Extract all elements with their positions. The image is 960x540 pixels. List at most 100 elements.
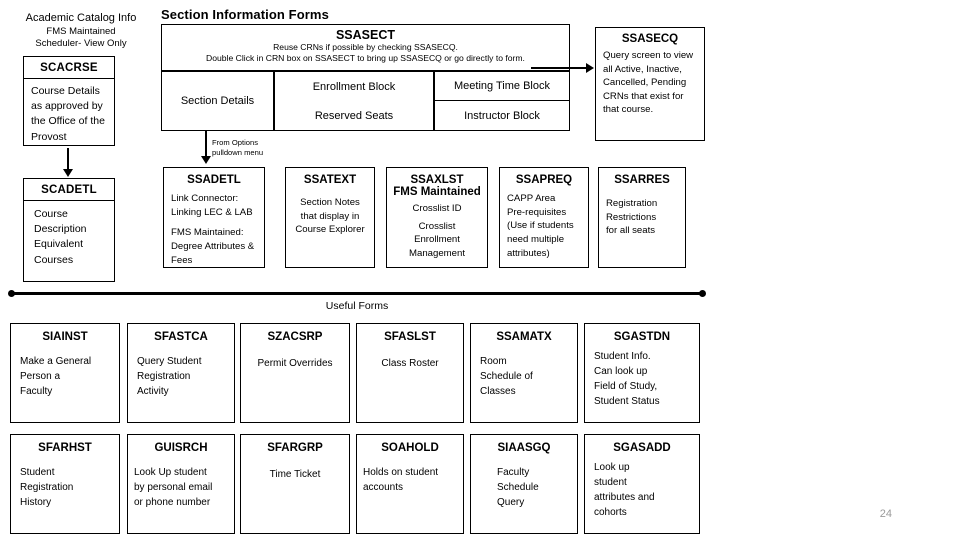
options-pulldown-label-line2: pulldown menu <box>212 148 264 158</box>
ssasect-meeting-instructor-cell[interactable]: Meeting Time Block Instructor Block <box>434 71 570 131</box>
ssarres-line-1: Registration <box>606 198 658 209</box>
siainst-line-3: Faculty <box>20 386 53 397</box>
scacrse-body: Course Details as approved by the Office… <box>31 85 105 143</box>
form-box-ssamatx[interactable]: SSAMATX Room Schedule of Classes <box>470 323 578 423</box>
siaasgq-line-3: Query <box>497 497 525 508</box>
form-box-sgasadd[interactable]: SGASADD Look up student attributes and c… <box>584 434 700 534</box>
ssasect-col3-line2: Instructor Block <box>464 109 540 122</box>
connector-scacrse-scadetl-line <box>67 148 69 171</box>
form-box-ssadetl[interactable]: SSADETL Link Connector: Linking LEC & LA… <box>163 167 265 268</box>
ssadetl-line-3: FMS Maintained: <box>171 227 244 239</box>
ssasect-section-details-cell[interactable]: Section Details <box>161 71 274 131</box>
options-pulldown-label: From Options pulldown menu <box>212 138 263 159</box>
scadetl-line-4: Courses <box>34 253 74 266</box>
sfaslst-line-1: Class Roster <box>381 358 439 369</box>
form-box-sfaslst[interactable]: SFASLST Class Roster <box>356 323 464 423</box>
connector-scacrse-scadetl-arrow <box>63 169 73 177</box>
form-box-siainst[interactable]: SIAINST Make a General Person a Faculty <box>10 323 120 423</box>
divider-endpoint-left <box>8 290 15 297</box>
sgasadd-title: SGASADD <box>613 442 671 454</box>
ssasect-enrollment-cell[interactable]: Enrollment Block Reserved Seats <box>274 71 434 131</box>
ssarres-body: Registration Restrictions for all seats <box>599 186 685 238</box>
form-box-ssasecq[interactable]: SSASECQ Query screen to view all Active,… <box>595 27 705 141</box>
soahold-line-1: Holds on student <box>363 467 439 478</box>
ssapreq-line-1: CAPP Area <box>507 193 556 204</box>
ssadetl-body: Link Connector: Linking LEC & LAB FMS Ma… <box>164 186 264 268</box>
guisrch-line-2: by personal email <box>134 482 213 493</box>
useful-forms-label: Useful Forms <box>325 300 389 312</box>
ssadetl-title: SSADETL <box>187 174 241 186</box>
form-box-soahold[interactable]: SOAHOLD Holds on student accounts <box>356 434 464 534</box>
form-box-scadetl[interactable]: SCADETL Course Description Equivalent Co… <box>23 178 115 282</box>
academic-catalog-sub1: FMS Maintained <box>46 26 116 37</box>
scadetl-title: SCADETL <box>41 183 97 196</box>
slide-canvas: Academic Catalog Info FMS Maintained Sch… <box>0 0 960 540</box>
form-box-guisrch[interactable]: GUISRCH Look Up student by personal emai… <box>127 434 235 534</box>
sfarhst-line-1: Student <box>20 467 55 478</box>
sfargrp-body: Time Ticket <box>241 454 349 482</box>
sfaslst-title: SFASLST <box>384 331 436 343</box>
scadetl-body: Course Description Equivalent Courses <box>24 201 114 268</box>
scacrse-title-cell: SCACRSE <box>24 57 114 79</box>
ssadetl-line-4: Degree Attributes & <box>171 241 255 253</box>
form-box-ssaxlst[interactable]: SSAXLST FMS Maintained Crosslist ID Cros… <box>386 167 488 268</box>
ssasect-header-cell: SSASECT Reuse CRNs if possible by checki… <box>161 24 570 71</box>
sfargrp-line-1: Time Ticket <box>269 469 321 480</box>
siaasgq-line-2: Schedule <box>497 482 539 493</box>
ssasect-instructor-block[interactable]: Instructor Block <box>435 101 569 130</box>
sfargrp-title: SFARGRP <box>267 442 323 454</box>
ssasecq-title: SSASECQ <box>621 33 679 45</box>
form-box-siaasgq[interactable]: SIAASGQ Faculty Schedule Query <box>470 434 578 534</box>
sgastdn-body: Student Info. Can look up Field of Study… <box>585 343 699 409</box>
ssasect-note-2: Double Click in CRN box on SSASECT to br… <box>206 53 525 64</box>
ssadetl-line-5: Fees <box>171 254 193 266</box>
form-box-ssapreq[interactable]: SSAPREQ CAPP Area Pre-requisites (Use if… <box>499 167 589 268</box>
sfastca-line-1: Query Student <box>137 356 202 367</box>
form-box-ssatext[interactable]: SSATEXT Section Notes that display in Co… <box>285 167 375 268</box>
sfarhst-title: SFARHST <box>38 442 92 454</box>
ssasect-meeting-time-block[interactable]: Meeting Time Block <box>435 72 569 101</box>
sgastdn-title: SGASTDN <box>613 331 671 343</box>
sgasadd-line-1: Look up <box>594 462 630 473</box>
siainst-line-2: Person a <box>20 371 61 382</box>
ssasect-note-1: Reuse CRNs if possible by checking SSASE… <box>273 42 458 52</box>
ssapreq-line-5: attributes) <box>507 247 550 259</box>
useful-forms-divider <box>10 292 704 295</box>
form-box-ssasect[interactable]: SSASECT Reuse CRNs if possible by checki… <box>161 24 570 131</box>
ssamatx-line-1: Room <box>480 356 507 367</box>
siaasgq-title: SIAASGQ <box>497 442 551 454</box>
sgasadd-line-3: attributes and <box>594 492 655 503</box>
sgastdn-line-3: Field of Study, <box>594 381 658 392</box>
sgasadd-line-4: cohorts <box>594 507 627 518</box>
ssadetl-line-1: Link Connector: <box>171 193 239 204</box>
ssapreq-line-4: need multiple <box>507 234 565 246</box>
sfastca-body: Query Student Registration Activity <box>128 343 234 399</box>
ssasect-col2-line2: Reserved Seats <box>314 109 394 122</box>
connector-ssasect-ssasecq-arrow <box>586 63 594 73</box>
guisrch-title: GUISRCH <box>154 442 208 454</box>
ssasect-col1-label: Section Details <box>180 95 255 107</box>
ssaxlst-title: SSAXLST <box>410 174 464 186</box>
sgastdn-line-2: Can look up <box>594 366 648 377</box>
ssapreq-title: SSAPREQ <box>515 174 573 186</box>
form-box-sgastdn[interactable]: SGASTDN Student Info. Can look up Field … <box>584 323 700 423</box>
form-box-sfarhst[interactable]: SFARHST Student Registration History <box>10 434 120 534</box>
form-box-sfargrp[interactable]: SFARGRP Time Ticket <box>240 434 350 534</box>
ssamatx-body: Room Schedule of Classes <box>471 343 577 399</box>
sfarhst-line-2: Registration <box>20 482 74 493</box>
page-title: Section Information Forms <box>161 7 329 22</box>
ssapreq-line-2: Pre-requisites <box>507 206 567 218</box>
sfastca-title: SFASTCA <box>154 331 208 343</box>
form-box-scacrse[interactable]: SCACRSE Course Details as approved by th… <box>23 56 115 146</box>
soahold-line-2: accounts <box>363 482 404 493</box>
siaasgq-body: Faculty Schedule Query <box>471 454 577 510</box>
form-box-ssarres[interactable]: SSARRES Registration Restrictions for al… <box>598 167 686 268</box>
scadetl-line-3: Equivalent <box>34 238 84 251</box>
form-box-sfastca[interactable]: SFASTCA Query Student Registration Activ… <box>127 323 235 423</box>
options-pulldown-label-line1: From Options <box>212 138 258 147</box>
sgastdn-line-1: Student Info. <box>594 351 651 362</box>
ssaxlst-subtitle: FMS Maintained <box>393 186 481 198</box>
ssapreq-body: CAPP Area Pre-requisites (Use if student… <box>500 186 588 261</box>
siainst-body: Make a General Person a Faculty <box>11 343 119 399</box>
form-box-szacsrp[interactable]: SZACSRP Permit Overrides <box>240 323 350 423</box>
